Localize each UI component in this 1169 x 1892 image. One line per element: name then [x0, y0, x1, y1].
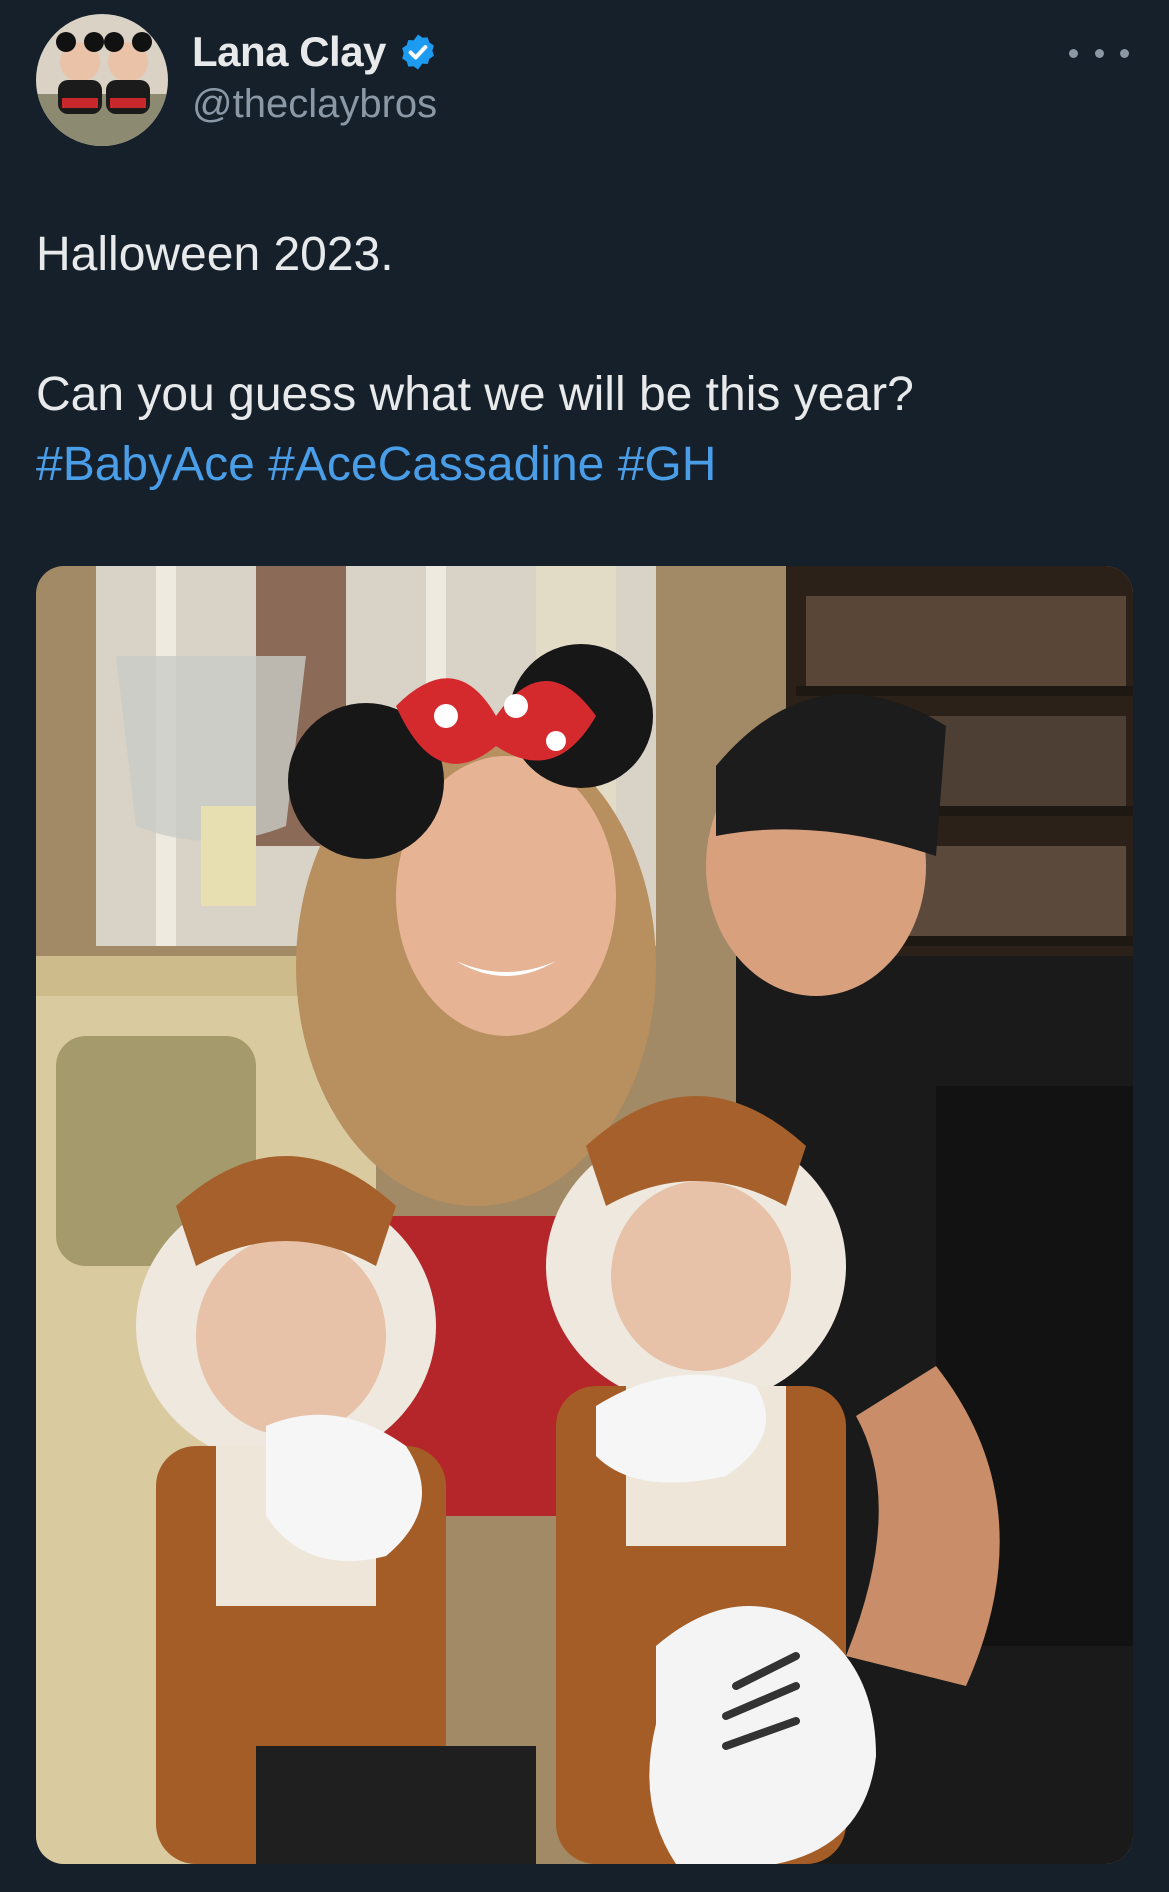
- more-options-icon[interactable]: [1069, 38, 1129, 68]
- hashtag-link[interactable]: #GH: [618, 438, 717, 491]
- hashtag-row: #BabyAce #AceCassadine #GH: [36, 430, 1126, 500]
- tweet-text-line: Halloween 2023.: [36, 228, 394, 281]
- hashtag-link[interactable]: #BabyAce: [36, 438, 255, 491]
- author-name-row[interactable]: Lana Clay: [192, 24, 438, 80]
- verified-badge-icon: [402, 34, 434, 70]
- tweet-card: Lana Clay @theclaybros Halloween 2023. C…: [0, 0, 1169, 1892]
- display-name[interactable]: Lana Clay: [192, 28, 386, 76]
- tweet-text: Halloween 2023. Can you guess what we wi…: [36, 220, 1126, 500]
- hashtag-link[interactable]: #AceCassadine: [268, 438, 604, 491]
- more-dot: [1069, 48, 1078, 58]
- avatar[interactable]: [36, 14, 168, 146]
- tweet-text-line: Can you guess what we will be this year?: [36, 368, 914, 421]
- more-dot: [1120, 48, 1129, 58]
- tweet-photo[interactable]: [36, 566, 1133, 1864]
- photo-icon: [36, 566, 1133, 1864]
- avatar-photo-icon: [36, 14, 168, 146]
- author-handle[interactable]: @theclaybros: [192, 82, 437, 127]
- more-dot: [1094, 48, 1104, 58]
